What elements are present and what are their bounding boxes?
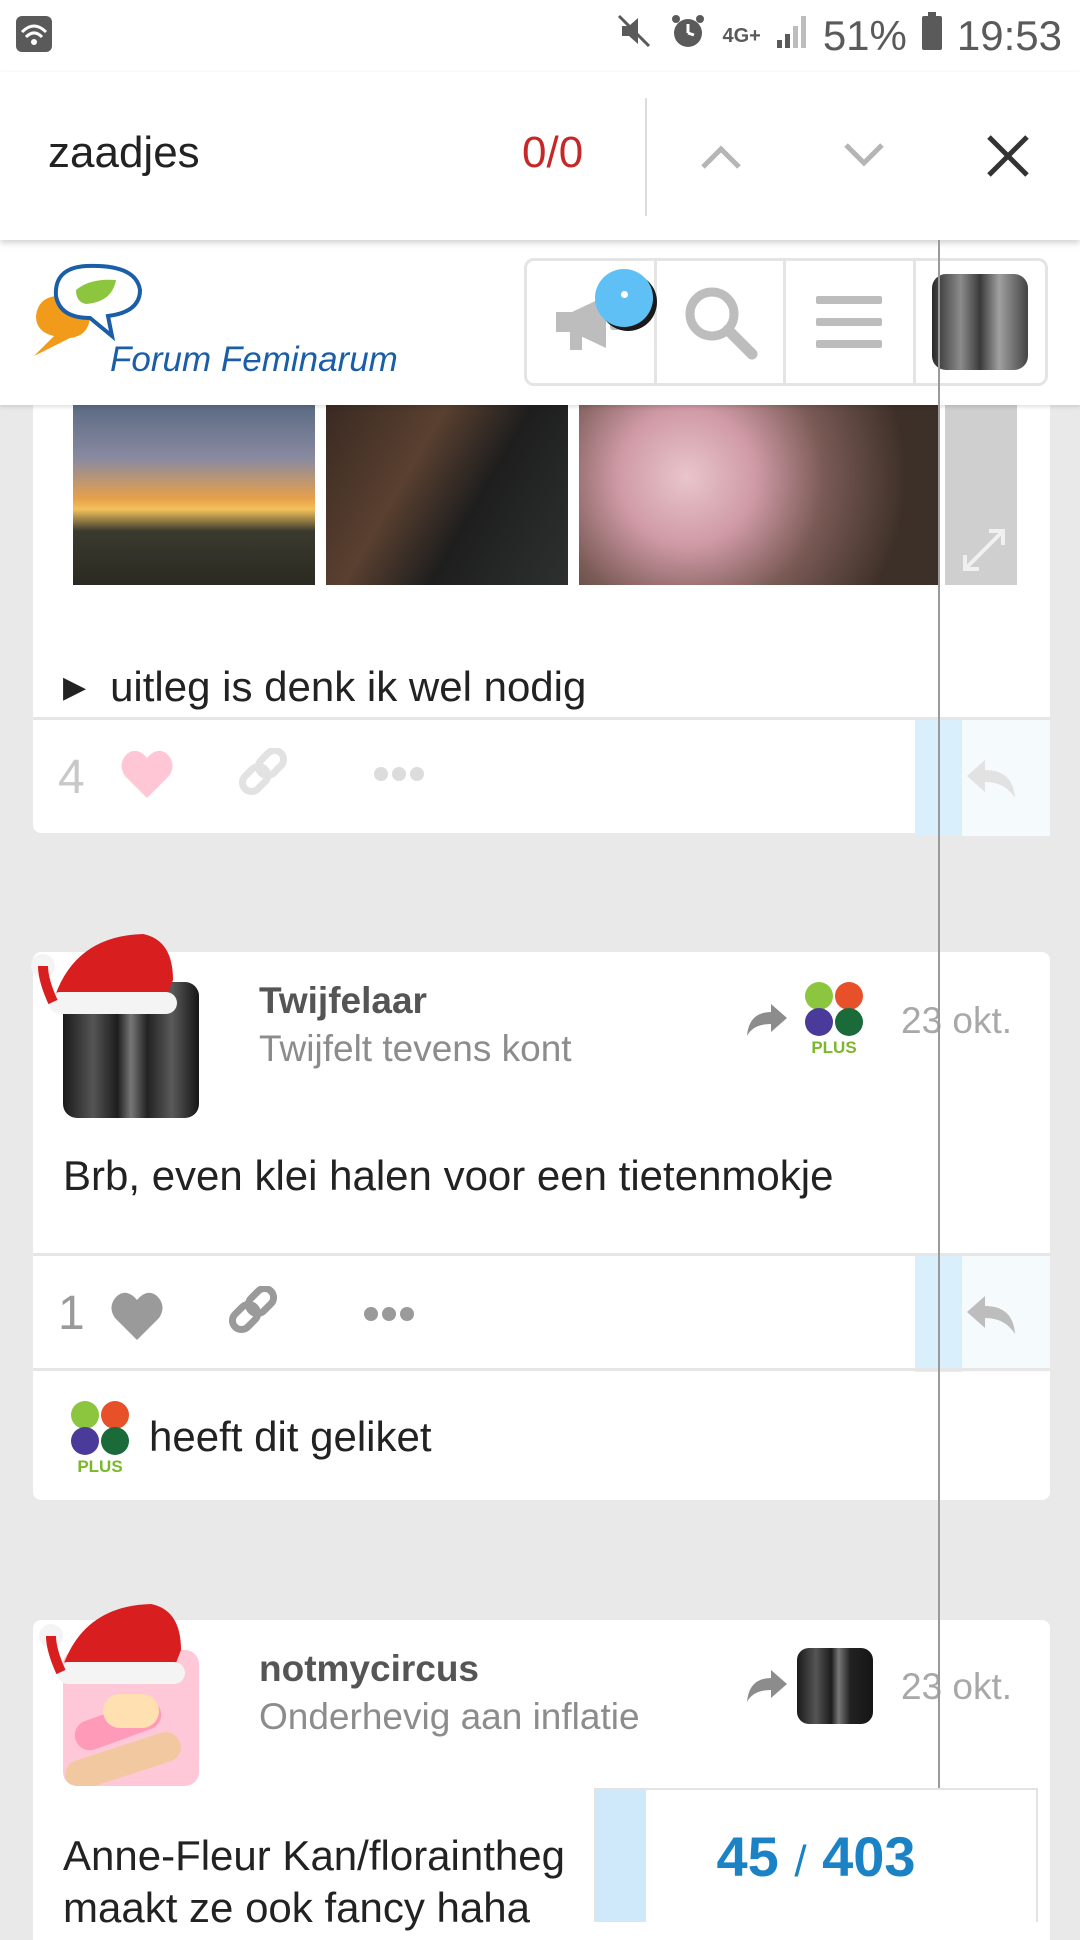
announcements-button[interactable] <box>527 261 657 383</box>
post-username[interactable]: notmycircus <box>259 1648 479 1690</box>
notification-dot <box>595 269 653 327</box>
like-count: 1 <box>58 1287 85 1340</box>
liked-text: heeft dit geliket <box>149 1413 432 1460</box>
post-actions: 4 <box>33 717 1050 836</box>
post-card: ▶ uitleg is denk ik wel nodig 4 <box>33 405 1050 836</box>
find-input[interactable]: zaadjes <box>48 128 200 178</box>
reply-to-indicator[interactable] <box>745 1648 885 1728</box>
clock: 19:53 <box>956 12 1062 59</box>
gallery-image-hydrangea[interactable] <box>579 405 939 585</box>
reply-to-avatar <box>797 1648 873 1724</box>
post-card: Twijfelaar Twijfelt tevens kont PLUS 23 … <box>31 934 1050 1503</box>
more-options-button[interactable] <box>363 1306 415 1327</box>
gallery-image-silhouette[interactable] <box>326 405 568 585</box>
reply-button[interactable] <box>915 720 1050 836</box>
gallery-image-more[interactable] <box>945 405 1017 585</box>
chevron-up-icon <box>701 145 741 169</box>
like-button[interactable] <box>109 1290 165 1347</box>
post-actions: 1 <box>33 1253 1050 1372</box>
like-count: 4 <box>58 751 85 804</box>
ellipsis-icon <box>374 767 424 781</box>
post-username[interactable]: Twijfelaar <box>259 980 427 1022</box>
details-summary-label: uitleg is denk ik wel nodig <box>110 663 587 710</box>
share-link-button[interactable] <box>235 746 291 809</box>
find-close-button[interactable] <box>972 120 1044 192</box>
find-in-page-bar: zaadjes 0/0 <box>0 72 1080 240</box>
heart-icon <box>121 750 173 798</box>
plus-logo: PLUS <box>805 982 865 1058</box>
hamburger-menu-icon <box>816 296 883 348</box>
santa-hat-icon <box>31 934 177 1014</box>
battery-icon <box>921 11 943 61</box>
reply-icon <box>967 1296 1015 1334</box>
reply-button[interactable] <box>915 1256 1050 1372</box>
liker-avatar-plus[interactable]: PLUS <box>71 1401 131 1477</box>
ellipsis-icon <box>364 1307 414 1321</box>
post-body-line2: maakt ze ook fancy haha <box>63 1884 530 1931</box>
reply-icon <box>967 760 1015 798</box>
share-link-button[interactable] <box>225 1284 281 1347</box>
menu-button[interactable] <box>786 261 916 383</box>
find-next-button[interactable] <box>828 120 900 192</box>
details-summary[interactable]: ▶ uitleg is denk ik wel nodig <box>63 663 586 711</box>
santa-hat-icon <box>39 1604 185 1684</box>
chevron-down-icon <box>844 143 884 167</box>
post-date[interactable]: 23 okt. <box>901 1666 1012 1708</box>
more-options-button[interactable] <box>373 766 425 787</box>
timeline-line <box>938 240 940 1920</box>
progress-text: 45 / 403 <box>596 1824 1036 1889</box>
find-divider <box>645 98 647 216</box>
post-body: Brb, even klei halen voor een tietenmokj… <box>63 1152 834 1199</box>
progress-current: 45 <box>716 1825 779 1888</box>
likers-row: PLUS heeft dit geliket <box>33 1368 1050 1503</box>
wifi-icon <box>14 14 54 59</box>
disclosure-triangle-icon: ▶ <box>63 671 87 704</box>
header-buttons <box>524 258 1048 386</box>
post-body-line1: Anne-Fleur Kan/floraintheg <box>63 1832 565 1879</box>
site-name: Forum Feminarum <box>110 340 398 379</box>
post-date[interactable]: 23 okt. <box>901 1000 1012 1042</box>
battery-level: 51% <box>822 12 907 59</box>
search-button[interactable] <box>657 261 787 383</box>
reply-to-indicator[interactable]: PLUS <box>745 982 885 1062</box>
link-icon <box>238 746 288 796</box>
progress-separator: / <box>794 1837 807 1886</box>
status-bar: 4G+ 51% 19:53 <box>0 0 1080 72</box>
user-menu-button[interactable] <box>916 261 1045 383</box>
current-user-avatar <box>932 274 1029 370</box>
post-user-title: Onderhevig aan inflatie <box>259 1696 640 1737</box>
alarm-icon <box>668 11 708 61</box>
image-gallery <box>73 405 1017 585</box>
mute-icon <box>614 11 654 61</box>
expand-icon <box>963 529 1005 571</box>
plus-logo-label: PLUS <box>77 1457 123 1476</box>
find-previous-button[interactable] <box>685 120 757 192</box>
search-icon <box>685 287 758 360</box>
like-button[interactable] <box>119 748 175 805</box>
topic-progress[interactable]: 45 / 403 <box>594 1788 1038 1922</box>
link-icon <box>228 1284 278 1334</box>
signal-icon <box>775 12 809 60</box>
plus-logo-label: PLUS <box>811 1038 857 1057</box>
site-header: Forum Feminarum <box>0 240 1080 405</box>
heart-icon <box>111 1292 163 1340</box>
close-icon <box>987 135 1029 177</box>
gallery-image-sunset-horses[interactable] <box>73 405 315 585</box>
share-arrow-icon <box>747 1670 787 1702</box>
find-match-count: 0/0 <box>522 128 584 177</box>
site-logo[interactable]: Forum Feminarum <box>28 260 428 390</box>
network-type: 4G+ <box>722 24 761 47</box>
progress-total: 403 <box>822 1825 916 1888</box>
share-arrow-icon <box>747 1004 787 1036</box>
post-user-title: Twijfelt tevens kont <box>259 1028 572 1069</box>
